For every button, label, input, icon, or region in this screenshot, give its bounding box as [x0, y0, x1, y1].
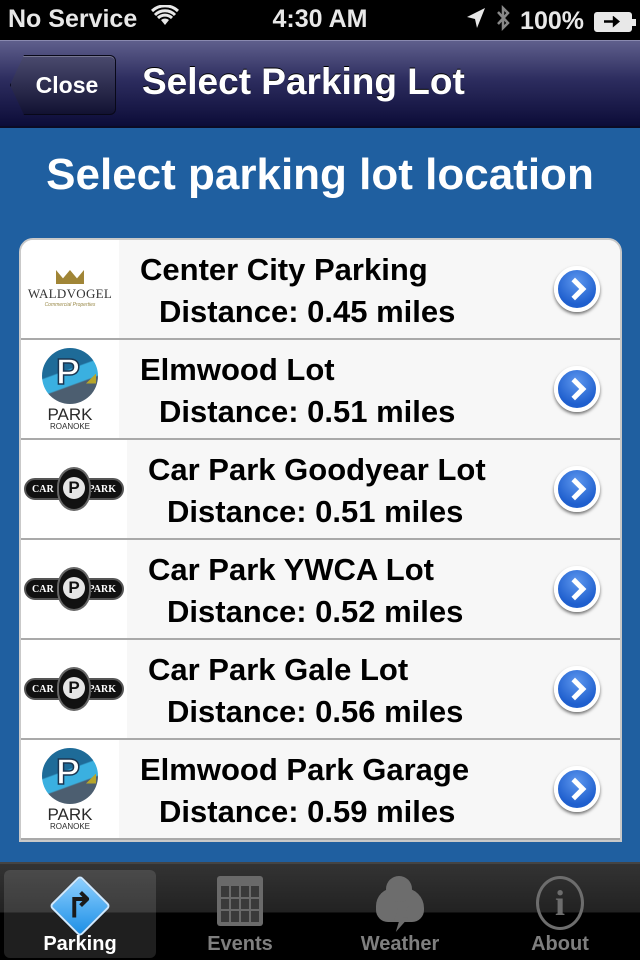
- lot-name: Car Park Goodyear Lot: [148, 452, 486, 487]
- lot-row-car-park-gale-lot[interactable]: CAR PARK P Car Park Gale Lot Distance: 0.…: [21, 640, 620, 740]
- tab-weather[interactable]: Weather: [324, 870, 476, 958]
- lot-distance: Distance: 0.45 miles: [159, 294, 456, 329]
- location-arrow-icon: [466, 7, 486, 36]
- detail-disclosure-button[interactable]: [554, 666, 600, 712]
- battery-percent: 100%: [520, 7, 584, 35]
- the-car-park-logo: CAR PARK P: [21, 640, 127, 738]
- lot-name: Car Park Gale Lot: [148, 652, 409, 687]
- the-car-park-logo: CAR PARK P: [21, 540, 127, 638]
- detail-disclosure-button[interactable]: [554, 366, 600, 412]
- tab-parking[interactable]: ↱ Parking: [4, 870, 156, 958]
- page-title: Select Parking Lot: [142, 61, 465, 102]
- tab-bar: ↱ Parking Events Weather i About: [0, 862, 640, 960]
- parking-p-icon: P: [63, 577, 85, 599]
- lot-distance: Distance: 0.51 miles: [167, 494, 464, 529]
- lot-name: Car Park YWCA Lot: [148, 552, 434, 587]
- lot-name: Elmwood Park Garage: [140, 752, 470, 787]
- tab-label: Weather: [360, 933, 440, 955]
- calendar-icon: [217, 876, 263, 926]
- lot-name: Elmwood Lot: [140, 352, 335, 387]
- bluetooth-icon: [496, 4, 510, 38]
- tab-label: Parking: [43, 933, 117, 955]
- detail-disclosure-button[interactable]: [554, 266, 600, 312]
- crown-icon: [55, 270, 84, 284]
- tab-about[interactable]: i About: [484, 870, 636, 958]
- parking-p-icon: P: [63, 677, 85, 699]
- lot-distance: Distance: 0.56 miles: [167, 694, 464, 729]
- lot-name: Center City Parking: [140, 252, 428, 287]
- detail-disclosure-button[interactable]: [554, 766, 600, 812]
- lot-row-elmwood-lot[interactable]: P PARK ROANOKE Elmwood Lot Distance: 0.5…: [21, 340, 620, 440]
- lot-row-car-park-goodyear-lot[interactable]: CAR PARK P Car Park Goodyear Lot Distance…: [21, 440, 620, 540]
- battery-charging-icon: [594, 11, 636, 32]
- close-button[interactable]: Close: [10, 55, 116, 115]
- park-roanoke-logo: P PARK ROANOKE: [21, 740, 119, 838]
- lot-distance: Distance: 0.59 miles: [159, 794, 456, 829]
- lot-distance: Distance: 0.52 miles: [167, 594, 464, 629]
- detail-disclosure-button[interactable]: [554, 466, 600, 512]
- lot-distance: Distance: 0.51 miles: [159, 394, 456, 429]
- parking-p-icon: P: [63, 477, 85, 499]
- waldvogel-logo: WALDVOGEL Commercial Properties: [21, 240, 119, 338]
- tab-events[interactable]: Events: [164, 870, 316, 958]
- tab-label: Events: [207, 933, 273, 955]
- parking-p-icon: P: [42, 747, 98, 804]
- tab-label: About: [531, 933, 589, 955]
- parking-lot-list[interactable]: WALDVOGEL Commercial Properties Center C…: [19, 238, 622, 842]
- section-heading: Select parking lot location: [46, 150, 594, 199]
- lot-row-elmwood-park-garage[interactable]: P PARK ROANOKE Elmwood Park Garage Dista…: [21, 740, 620, 840]
- status-bar: No Service 4:30 AM 100%: [0, 0, 640, 40]
- lot-row-center-city-parking[interactable]: WALDVOGEL Commercial Properties Center C…: [21, 240, 620, 340]
- park-roanoke-logo: P PARK ROANOKE: [21, 340, 119, 438]
- info-icon: i: [536, 876, 584, 930]
- lot-row-car-park-ywca-lot[interactable]: CAR PARK P Car Park YWCA Lot Distance: 0.…: [21, 540, 620, 640]
- the-car-park-logo: CAR PARK P: [21, 440, 127, 538]
- parking-p-icon: P: [42, 347, 98, 404]
- detail-disclosure-button[interactable]: [554, 566, 600, 612]
- navigation-bar: Close Select Parking Lot: [0, 40, 640, 128]
